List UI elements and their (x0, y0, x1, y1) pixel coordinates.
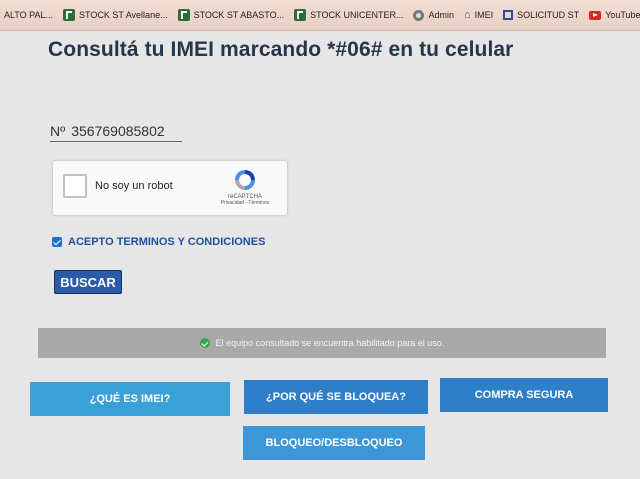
block-unblock-button[interactable]: BLOQUEO/DESBLOQUEO (243, 426, 425, 460)
recaptcha-privacy-terms-link[interactable]: Privacidad - Términos (213, 200, 277, 206)
bookmark-imei[interactable]: ⌂ IMEI (464, 8, 494, 21)
safe-purchase-button[interactable]: COMPRA SEGURA (440, 378, 608, 412)
blue-square-icon (503, 10, 514, 20)
bookmark-stock-unicenter[interactable]: STOCK UNICENTER... (294, 9, 403, 21)
bookmark-alto-pal[interactable]: ALTO PAL... (4, 10, 53, 20)
recaptcha-branding: reCAPTCHA Privacidad - Términos (213, 167, 277, 206)
bookmark-stock-abasto[interactable]: STOCK ST ABASTO... (177, 9, 285, 21)
status-message-bar: El equipo consultado se encuentra habili… (38, 328, 606, 358)
green-tile-icon (294, 9, 307, 21)
bookmark-label: IMEI (474, 10, 494, 20)
bookmark-label: SOLICITUD ST (517, 10, 580, 20)
bookmark-label: STOCK UNICENTER... (310, 10, 404, 20)
bookmark-solicitud-st[interactable]: SOLICITUD ST (503, 10, 579, 20)
terms-checkbox[interactable] (52, 237, 62, 247)
search-button[interactable]: BUSCAR (54, 270, 122, 294)
bookmark-label: STOCK ST Avellane... (79, 10, 168, 20)
green-tile-icon (63, 9, 76, 21)
page-title: Consultá tu IMEI marcando *#06# en tu ce… (48, 38, 514, 61)
bookmark-label: ALTO PAL... (4, 10, 54, 20)
bookmark-stock-avellaneda[interactable]: STOCK ST Avellane... (63, 9, 168, 21)
imei-field[interactable]: Nº (50, 120, 182, 142)
terms-label: ACEPTO TERMINOS Y CONDICIONES (68, 236, 266, 248)
why-blocked-button[interactable]: ¿POR QUÉ SE BLOQUEA? (244, 380, 428, 414)
imei-input[interactable] (71, 123, 182, 139)
house-icon: ⌂ (464, 8, 471, 21)
bookmarks-bar: ALTO PAL... STOCK ST Avellane... STOCK S… (0, 0, 640, 31)
green-tile-icon (177, 9, 190, 21)
what-is-imei-button[interactable]: ¿QUÉ ES IMEI? (30, 382, 230, 416)
status-message: El equipo consultado se encuentra habili… (215, 338, 445, 348)
bookmark-label: STOCK ST ABASTO... (193, 10, 285, 20)
bookmark-admin[interactable]: Admin (413, 9, 454, 21)
youtube-icon (589, 10, 602, 20)
check-circle-icon (199, 338, 210, 348)
bookmark-label: Admin (428, 10, 454, 20)
bookmark-youtube[interactable]: YouTube (589, 10, 640, 20)
imei-check-page: Consultá tu IMEI marcando *#06# en tu ce… (0, 30, 640, 479)
bookmark-label: YouTube (605, 10, 640, 20)
imei-prefix-label: Nº (50, 123, 66, 139)
recaptcha-widget: No soy un robot reCAPTCHA Privacidad - T… (52, 160, 288, 216)
terms-acceptance[interactable]: ACEPTO TERMINOS Y CONDICIONES (52, 236, 265, 248)
globe-icon (413, 9, 425, 21)
recaptcha-checkbox[interactable] (63, 174, 87, 198)
recaptcha-logo-icon (235, 170, 255, 190)
recaptcha-label: No soy un robot (95, 180, 173, 192)
